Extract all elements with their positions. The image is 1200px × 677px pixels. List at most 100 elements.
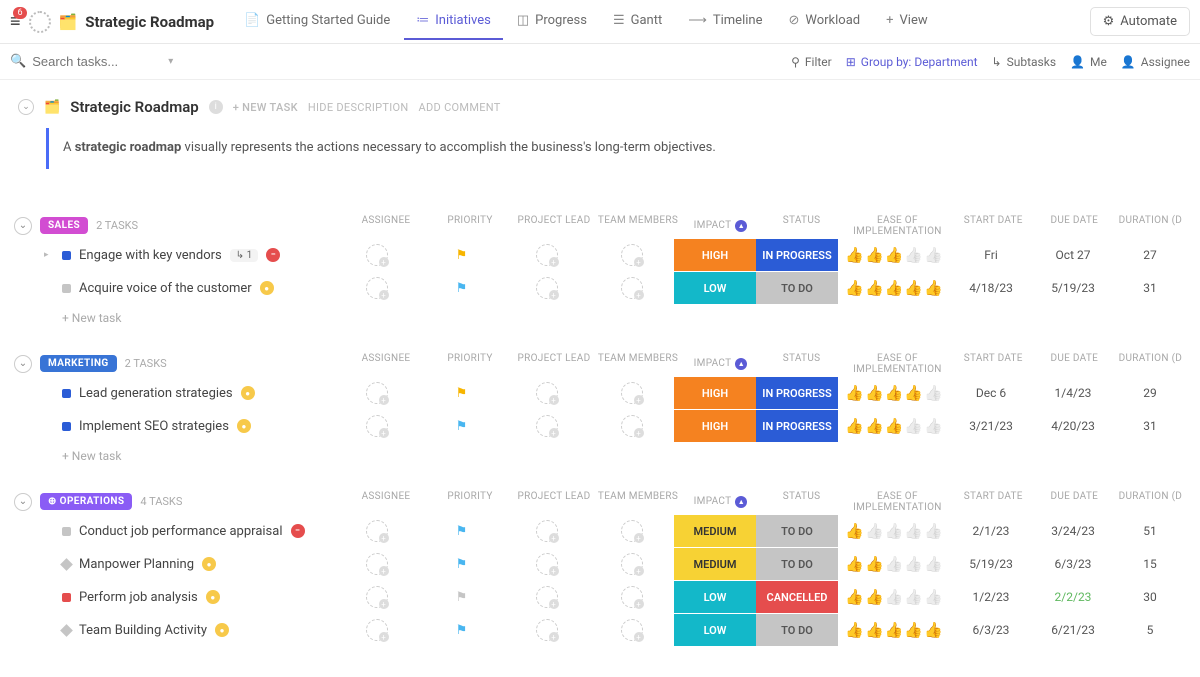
task-name[interactable]: Manpower Planning <box>79 557 194 572</box>
start-date[interactable]: 5/19/23 <box>969 557 1013 571</box>
impact-badge[interactable]: HIGH <box>674 410 756 442</box>
task-name[interactable]: Team Building Activity <box>79 623 207 638</box>
tab-view[interactable]: +View <box>874 3 940 40</box>
task-row[interactable]: Acquire voice of the customer ● ⚑ LOW TO… <box>14 272 1186 305</box>
impact-badge[interactable]: HIGH <box>674 239 756 271</box>
task-row[interactable]: Implement SEO strategies ● ⚑ HIGH IN PRO… <box>14 410 1186 443</box>
sort-icon[interactable]: ▲ <box>735 496 747 508</box>
automate-button[interactable]: ⚙ Automate <box>1090 7 1190 36</box>
task-name[interactable]: Perform job analysis <box>79 590 198 605</box>
group-by-button[interactable]: ⊞Group by: Department <box>846 55 978 69</box>
tab-progress[interactable]: ◫Progress <box>505 3 599 40</box>
ease-rating[interactable]: 👍👍👍👍👍 <box>845 417 942 435</box>
new-task-button[interactable]: + New task <box>14 305 1186 325</box>
due-date[interactable]: 6/3/23 <box>1055 557 1092 571</box>
team-placeholder[interactable] <box>621 553 643 575</box>
assignee-placeholder[interactable] <box>366 619 388 641</box>
lead-placeholder[interactable] <box>536 277 558 299</box>
start-date[interactable]: Dec 6 <box>976 386 1006 400</box>
collapse-icon[interactable]: ⌄ <box>18 99 34 115</box>
task-row[interactable]: Perform job analysis ● ⚑ LOW CANCELLED 👍… <box>14 581 1186 614</box>
due-date[interactable]: Oct 27 <box>1056 248 1091 262</box>
start-date[interactable]: 2/1/23 <box>973 524 1010 538</box>
sort-icon[interactable]: ▲ <box>735 358 747 370</box>
lead-placeholder[interactable] <box>536 586 558 608</box>
assignee-placeholder[interactable] <box>366 277 388 299</box>
task-row[interactable]: ▸ Engage with key vendors ↳ 1− ⚑ HIGH IN… <box>14 239 1186 272</box>
lead-placeholder[interactable] <box>536 244 558 266</box>
task-row[interactable]: Conduct job performance appraisal − ⚑ ME… <box>14 515 1186 548</box>
tab-getting-started-guide[interactable]: 📄Getting Started Guide <box>232 3 402 40</box>
tab-workload[interactable]: ⊘Workload <box>776 3 872 40</box>
ease-rating[interactable]: 👍👍👍👍👍 <box>845 621 942 639</box>
expand-icon[interactable]: ▸ <box>44 250 54 260</box>
impact-badge[interactable]: LOW <box>674 272 756 304</box>
due-date[interactable]: 2/2/23 <box>1055 590 1092 604</box>
me-button[interactable]: 👤Me <box>1070 55 1107 69</box>
due-date[interactable]: 4/20/23 <box>1051 419 1095 433</box>
impact-badge[interactable]: MEDIUM <box>674 548 756 580</box>
start-date[interactable]: 3/21/23 <box>969 419 1013 433</box>
task-name[interactable]: Conduct job performance appraisal <box>79 524 283 539</box>
subtask-count[interactable]: ↳ 1 <box>230 249 258 262</box>
task-name[interactable]: Lead generation strategies <box>79 386 233 401</box>
task-name[interactable]: Acquire voice of the customer <box>79 281 252 296</box>
status-badge[interactable]: TO DO <box>756 614 838 646</box>
group-pill[interactable]: MARKETING <box>40 355 117 372</box>
status-badge[interactable]: CANCELLED <box>756 581 838 613</box>
assignee-button[interactable]: 👤Assignee <box>1121 55 1190 69</box>
assignee-placeholder[interactable] <box>366 415 388 437</box>
team-placeholder[interactable] <box>621 382 643 404</box>
team-placeholder[interactable] <box>621 277 643 299</box>
status-badge[interactable]: IN PROGRESS <box>756 239 838 271</box>
start-date[interactable]: 6/3/23 <box>973 623 1010 637</box>
priority-flag-icon[interactable]: ⚑ <box>456 524 468 539</box>
due-date[interactable]: 6/21/23 <box>1051 623 1095 637</box>
status-badge[interactable]: TO DO <box>756 272 838 304</box>
collapse-group-icon[interactable]: ⌄ <box>14 355 32 373</box>
due-date[interactable]: 1/4/23 <box>1055 386 1092 400</box>
task-row[interactable]: Lead generation strategies ● ⚑ HIGH IN P… <box>14 377 1186 410</box>
priority-flag-icon[interactable]: ⚑ <box>456 386 468 401</box>
team-placeholder[interactable] <box>621 586 643 608</box>
sort-icon[interactable]: ▲ <box>735 220 747 232</box>
ease-rating[interactable]: 👍👍👍👍👍 <box>845 384 942 402</box>
collapse-group-icon[interactable]: ⌄ <box>14 217 32 235</box>
due-date[interactable]: 5/19/23 <box>1051 281 1095 295</box>
priority-flag-icon[interactable]: ⚑ <box>456 419 468 434</box>
team-placeholder[interactable] <box>621 619 643 641</box>
ease-rating[interactable]: 👍👍👍👍👍 <box>845 279 942 297</box>
ease-rating[interactable]: 👍👍👍👍👍 <box>845 555 942 573</box>
menu-button[interactable]: ≡6 <box>10 11 21 32</box>
start-date[interactable]: Fri <box>984 248 997 262</box>
group-pill[interactable]: ⊕ OPERATIONS <box>40 493 132 510</box>
search-box[interactable]: 🔍 ▾ <box>10 54 190 69</box>
impact-badge[interactable]: LOW <box>674 581 756 613</box>
status-badge[interactable]: TO DO <box>756 548 838 580</box>
task-name[interactable]: Implement SEO strategies <box>79 419 229 434</box>
collapse-group-icon[interactable]: ⌄ <box>14 493 32 511</box>
priority-flag-icon[interactable]: ⚑ <box>456 590 468 605</box>
task-row[interactable]: Team Building Activity ● ⚑ LOW TO DO 👍👍👍… <box>14 614 1186 647</box>
lead-placeholder[interactable] <box>536 415 558 437</box>
team-placeholder[interactable] <box>621 415 643 437</box>
priority-flag-icon[interactable]: ⚑ <box>456 623 468 638</box>
add-comment-link[interactable]: ADD COMMENT <box>419 101 501 114</box>
team-placeholder[interactable] <box>621 520 643 542</box>
search-input[interactable] <box>32 54 162 69</box>
assignee-placeholder[interactable] <box>366 244 388 266</box>
status-badge[interactable]: IN PROGRESS <box>756 410 838 442</box>
new-task-link[interactable]: + NEW TASK <box>233 101 298 114</box>
start-date[interactable]: 1/2/23 <box>973 590 1010 604</box>
info-icon[interactable]: i <box>209 100 223 114</box>
priority-flag-icon[interactable]: ⚑ <box>456 557 468 572</box>
impact-badge[interactable]: LOW <box>674 614 756 646</box>
group-pill[interactable]: SALES <box>40 217 88 234</box>
task-row[interactable]: Manpower Planning ● ⚑ MEDIUM TO DO 👍👍👍👍👍… <box>14 548 1186 581</box>
due-date[interactable]: 3/24/23 <box>1051 524 1095 538</box>
priority-flag-icon[interactable]: ⚑ <box>456 281 468 296</box>
tab-initiatives[interactable]: ≔Initiatives <box>404 3 503 40</box>
task-name[interactable]: Engage with key vendors <box>79 248 222 263</box>
subtasks-button[interactable]: ↳Subtasks <box>992 55 1056 69</box>
new-task-button[interactable]: + New task <box>14 443 1186 463</box>
